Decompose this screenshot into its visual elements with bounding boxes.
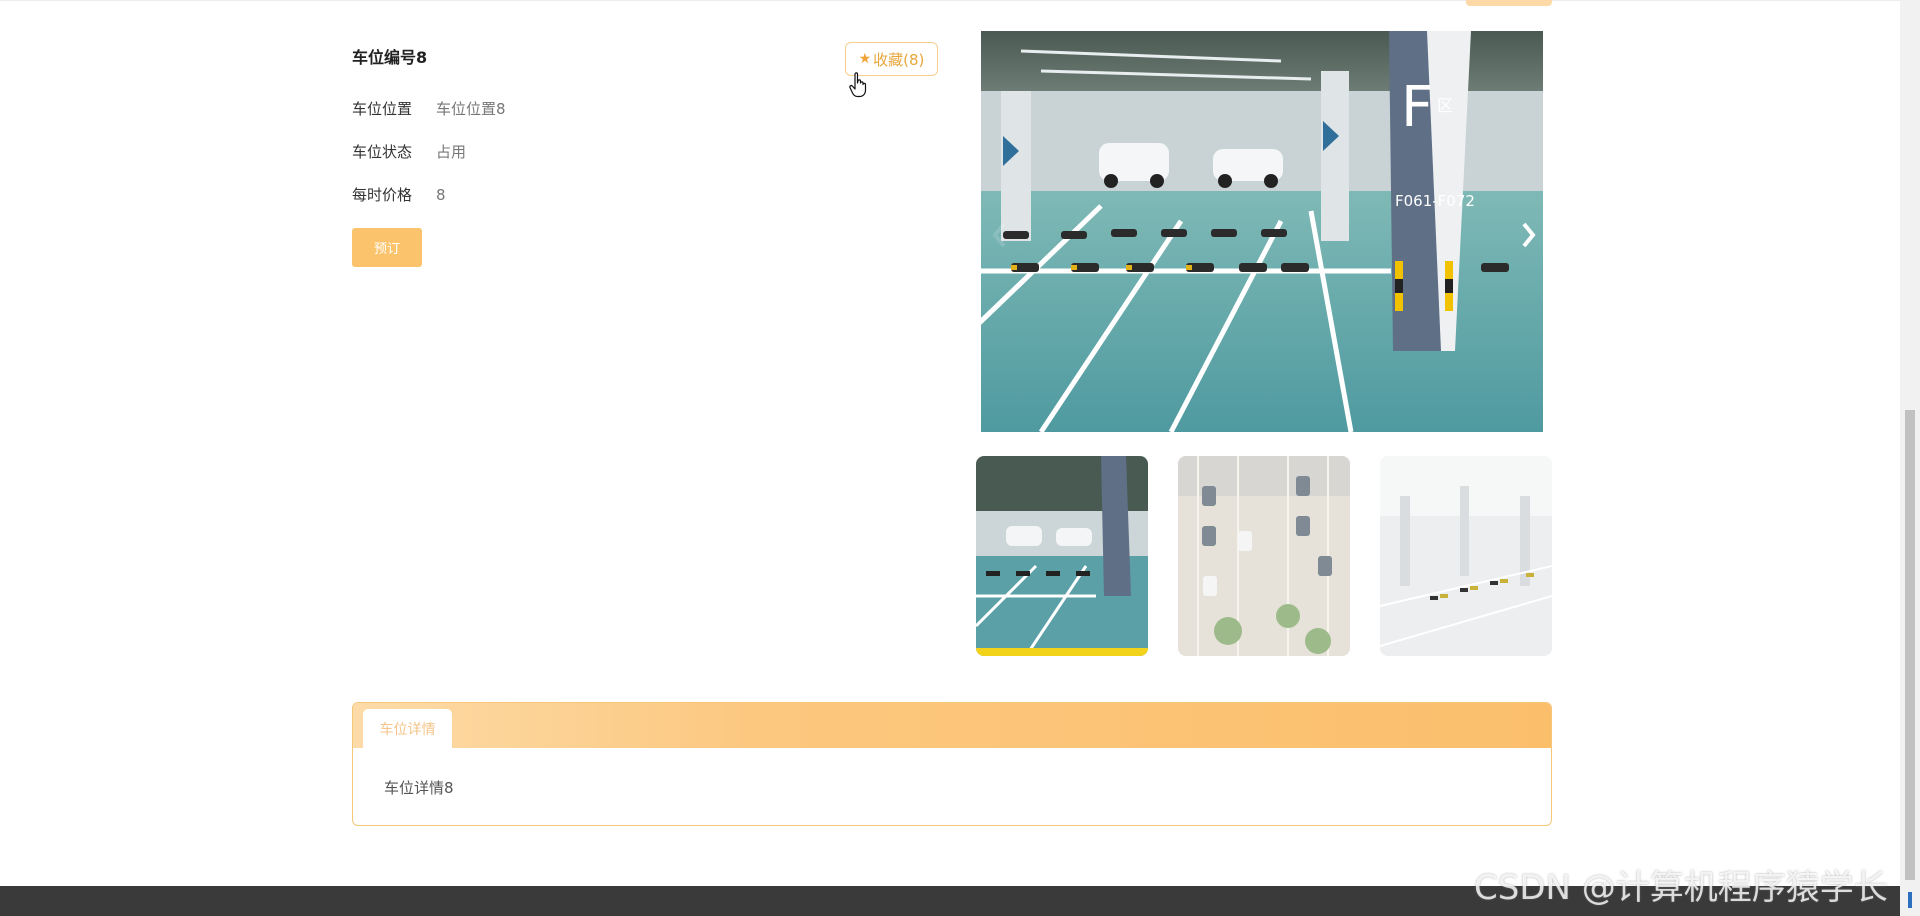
hand-cursor-icon <box>849 72 867 98</box>
zone-sign-zone: 区 <box>1437 96 1453 115</box>
watermark: CSDN @计算机程序猿学长 <box>1474 868 1888 908</box>
zone-sign-letter: F <box>1401 75 1433 140</box>
field-row-price: 每时价格 8 <box>352 185 446 205</box>
field-label: 车位状态 <box>352 143 413 161</box>
carousel-next-icon[interactable] <box>1518 220 1538 250</box>
book-button[interactable]: 预订 <box>352 228 422 267</box>
carousel-prev-icon[interactable] <box>990 220 1010 250</box>
field-row-status: 车位状态 占用 <box>352 142 466 162</box>
gallery-thumbnail[interactable] <box>976 456 1148 656</box>
gallery-thumbnail[interactable] <box>1380 456 1552 656</box>
field-value: 占用 <box>436 143 467 161</box>
scroll-down-arrow-icon[interactable] <box>1905 890 1915 910</box>
star-icon: ★ <box>858 51 872 67</box>
field-label: 每时价格 <box>352 186 413 204</box>
scrollbar-thumb[interactable] <box>1905 410 1915 880</box>
zone-sign-code: F061-F072 <box>1395 192 1475 210</box>
detail-tab-bar: 车位详情 <box>353 703 1551 749</box>
field-label: 车位位置 <box>352 100 413 118</box>
field-value: 8 <box>436 186 446 204</box>
header-nav-active-tab[interactable] <box>1466 0 1552 6</box>
favorite-button[interactable]: ★ 收藏(8) <box>845 42 938 76</box>
tab-detail[interactable]: 车位详情 <box>363 709 452 749</box>
field-row-location: 车位位置 车位位置8 <box>352 99 506 119</box>
field-value: 车位位置8 <box>436 100 506 118</box>
gallery-thumbnail[interactable] <box>1178 456 1350 656</box>
header-divider <box>0 0 1900 1</box>
favorite-label: 收藏(8) <box>873 50 925 69</box>
page-title: 车位编号8 <box>352 48 428 67</box>
carousel-main-image[interactable]: F 区 F061-F072 <box>981 31 1543 432</box>
detail-content: 车位详情8 <box>384 779 454 797</box>
detail-panel: 车位详情 车位详情8 <box>352 702 1552 826</box>
